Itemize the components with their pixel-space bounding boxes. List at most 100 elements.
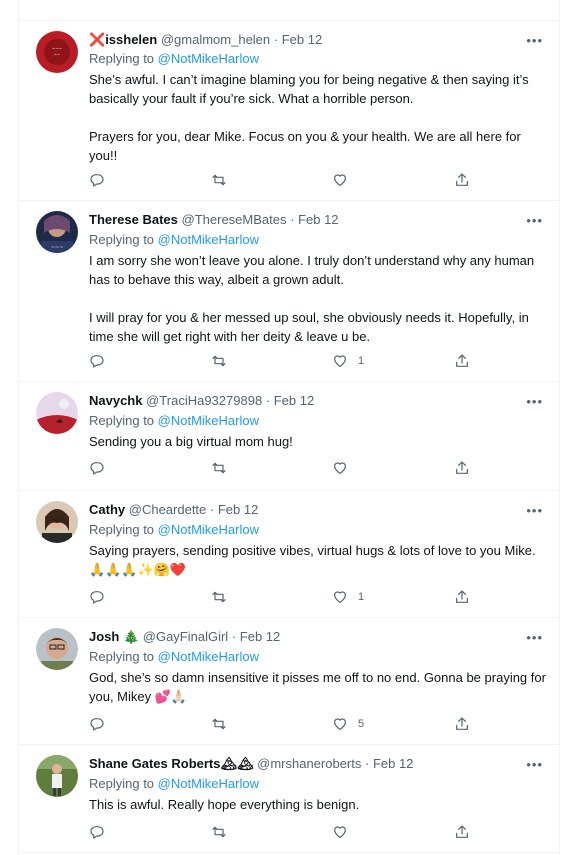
- reply-button[interactable]: [89, 352, 105, 370]
- reply-button[interactable]: [89, 459, 105, 477]
- tweet-reply[interactable]: Josh 🎄 @GayFinalGirl · Feb 12 ••• Replyi…: [19, 618, 559, 745]
- user-handle[interactable]: @ThereseMBates: [182, 212, 287, 227]
- replying-to-handle[interactable]: @NotMikeHarlow: [158, 649, 259, 664]
- display-name[interactable]: Shane Gates Roberts🏔🏔: [89, 756, 254, 771]
- more-options-icon[interactable]: •••: [526, 631, 543, 644]
- reply-button[interactable]: [89, 823, 105, 841]
- tweet-text: Saying prayers, sending positive vibes, …: [89, 541, 551, 579]
- tweet-date[interactable]: · Feb 12: [210, 502, 258, 517]
- share-button[interactable]: [454, 588, 470, 606]
- avatar[interactable]: ~~~ ~~: [36, 31, 78, 73]
- tweet-paragraph: She’s awful. I can’t imagine blaming you…: [89, 72, 529, 106]
- tweet-reply[interactable]: Shane Gates Roberts🏔🏔 @mrshaneroberts · …: [19, 745, 559, 853]
- like-button[interactable]: [332, 459, 358, 477]
- replying-to-handle[interactable]: @NotMikeHarlow: [158, 51, 259, 66]
- tweet-date[interactable]: · Feb 12: [232, 629, 280, 644]
- share-icon: [456, 590, 468, 603]
- tweet-text: She’s awful. I can’t imagine blaming you…: [89, 70, 551, 165]
- replying-to-label: Replying to: [89, 776, 158, 791]
- reply-icon: [90, 355, 104, 368]
- like-button[interactable]: 1: [332, 352, 364, 370]
- tweet-date[interactable]: · Feb 12: [274, 32, 322, 47]
- heart-icon: [334, 355, 346, 367]
- like-button[interactable]: 5: [332, 715, 364, 733]
- tweet-paragraph: Prayers for you, dear Mike. Focus on you…: [89, 129, 521, 163]
- more-options-icon[interactable]: •••: [526, 34, 543, 47]
- retweet-button[interactable]: [211, 171, 227, 189]
- retweet-icon: [212, 718, 226, 730]
- display-name[interactable]: Cathy: [89, 502, 125, 517]
- fragment-2: [214, 0, 228, 4]
- avatar[interactable]: ~~~: [36, 211, 78, 253]
- more-options-icon[interactable]: •••: [526, 504, 543, 517]
- avatar[interactable]: [36, 392, 78, 434]
- tweet-date[interactable]: · Feb 12: [365, 756, 413, 771]
- like-button[interactable]: [332, 171, 358, 189]
- reply-icon: [90, 826, 104, 839]
- author-line: Shane Gates Roberts🏔🏔 @mrshaneroberts · …: [89, 756, 413, 772]
- like-count: 1: [358, 591, 365, 603]
- reply-button[interactable]: [89, 715, 105, 733]
- more-options-icon[interactable]: •••: [526, 395, 543, 408]
- share-icon: [456, 825, 468, 838]
- retweet-button[interactable]: [211, 715, 227, 733]
- like-button[interactable]: [332, 823, 358, 841]
- avatar[interactable]: [36, 755, 78, 797]
- user-handle[interactable]: @TraciHa93279898: [146, 393, 262, 408]
- tweet-date[interactable]: · Feb 12: [266, 393, 314, 408]
- replying-to-line: Replying to @NotMikeHarlow: [89, 522, 259, 538]
- reply-button[interactable]: [89, 171, 105, 189]
- tweet-paragraph: I will pray for you & her messed up soul…: [89, 310, 529, 344]
- reply-feed: ~~~ ~~ ❌isshelen @gmalmom_helen · Feb 12 …: [18, 0, 560, 855]
- avatar[interactable]: [36, 628, 78, 670]
- tweet-actions: [89, 823, 545, 841]
- share-icon: [456, 354, 468, 367]
- tweet-reply[interactable]: Navychk @TraciHa93279898 · Feb 12 ••• Re…: [19, 382, 559, 491]
- replying-to-handle[interactable]: @NotMikeHarlow: [158, 232, 259, 247]
- tweet-text: Sending you a big virtual mom hug!: [89, 432, 551, 451]
- share-button[interactable]: [454, 171, 470, 189]
- tweet-date[interactable]: · Feb 12: [290, 212, 338, 227]
- tweet-reply[interactable]: ~~~ ~~ ❌isshelen @gmalmom_helen · Feb 12 …: [19, 21, 559, 201]
- share-icon: [456, 461, 468, 474]
- replying-to-line: Replying to @NotMikeHarlow: [89, 413, 259, 429]
- tweet-text: God, she’s so damn insensitive it pisses…: [89, 668, 551, 706]
- replying-to-line: Replying to @NotMikeHarlow: [89, 649, 259, 665]
- replying-to-line: Replying to @NotMikeHarlow: [89, 51, 259, 67]
- retweet-button[interactable]: [211, 352, 227, 370]
- retweet-button[interactable]: [211, 459, 227, 477]
- reply-icon: [90, 718, 104, 731]
- like-button[interactable]: 1: [332, 588, 364, 606]
- tweet-text: I am sorry she won’t leave you alone. I …: [89, 251, 551, 346]
- user-handle[interactable]: @Cheardette: [129, 502, 207, 517]
- tweet-reply[interactable]: ~~~ Therese Bates @ThereseMBates · Feb 1…: [19, 201, 559, 382]
- display-name[interactable]: Navychk: [89, 393, 142, 408]
- user-handle[interactable]: @gmalmom_helen: [161, 32, 270, 47]
- display-name[interactable]: isshelen: [105, 32, 157, 47]
- tweet-reply[interactable]: Cathy @Cheardette · Feb 12 ••• Replying …: [19, 491, 559, 618]
- avatar[interactable]: [36, 501, 78, 543]
- display-name[interactable]: Josh 🎄: [89, 629, 139, 644]
- retweet-button[interactable]: [211, 588, 227, 606]
- replying-to-handle[interactable]: @NotMikeHarlow: [158, 776, 259, 791]
- heart-icon: [334, 174, 346, 186]
- share-button[interactable]: [454, 823, 470, 841]
- retweet-button[interactable]: [211, 823, 227, 841]
- share-icon: [456, 173, 468, 186]
- user-handle[interactable]: @GayFinalGirl: [143, 629, 228, 644]
- share-button[interactable]: [454, 715, 470, 733]
- replying-to-handle[interactable]: @NotMikeHarlow: [158, 413, 259, 428]
- reply-icon: [90, 591, 104, 604]
- heart-icon: [334, 462, 346, 474]
- more-options-icon[interactable]: •••: [526, 758, 543, 771]
- tweet-text: This is awful. Really hope everything is…: [89, 795, 551, 814]
- like-count: 5: [358, 718, 365, 730]
- more-options-icon[interactable]: •••: [526, 214, 543, 227]
- reply-button[interactable]: [89, 588, 105, 606]
- share-button[interactable]: [454, 352, 470, 370]
- previous-tweet-fragment: [19, 0, 559, 21]
- display-name[interactable]: Therese Bates: [89, 212, 178, 227]
- replying-to-handle[interactable]: @NotMikeHarlow: [158, 522, 259, 537]
- user-handle[interactable]: @mrshaneroberts: [257, 756, 361, 771]
- share-button[interactable]: [454, 459, 470, 477]
